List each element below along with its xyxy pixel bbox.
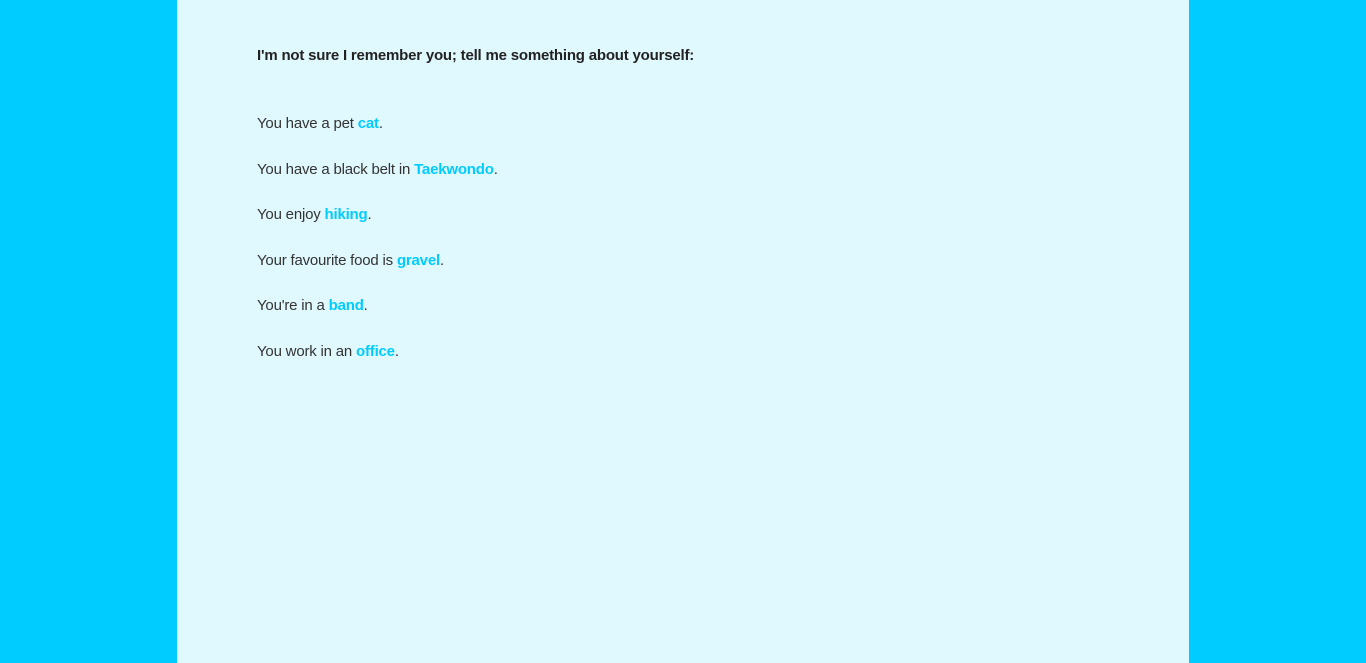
choice-link-band[interactable]: band: [329, 297, 364, 314]
choice-list: You have a pet cat. You have a black bel…: [257, 113, 1157, 363]
choice-text: Your favourite food is: [257, 251, 397, 269]
choice-link-gravel[interactable]: gravel: [397, 252, 440, 269]
choice-hiking: You enjoy hiking.: [257, 204, 1157, 226]
choice-period: .: [493, 160, 498, 178]
choice-text: You work in an: [257, 342, 357, 360]
story-page: I'm not sure I remember you; tell me som…: [177, 0, 1189, 663]
choice-taekwondo: You have a black belt in Taekwondo.: [257, 159, 1157, 181]
choice-link-cat[interactable]: cat: [358, 115, 379, 132]
choice-link-taekwondo[interactable]: Taekwondo: [414, 161, 494, 178]
choice-office: You work in an office.: [257, 341, 1157, 363]
choice-period: .: [363, 297, 368, 315]
choice-band: You're in a band.: [257, 295, 1157, 317]
choice-pet-cat: You have a pet cat.: [257, 113, 1157, 135]
choice-text: You're in a: [257, 297, 329, 315]
choice-text: You enjoy: [257, 206, 325, 224]
choice-period: .: [394, 342, 399, 360]
choice-gravel: Your favourite food is gravel.: [257, 250, 1157, 272]
choice-period: .: [367, 206, 372, 224]
story-content: I'm not sure I remember you; tell me som…: [257, 45, 1157, 387]
choice-link-hiking[interactable]: hiking: [325, 206, 368, 223]
choice-period: .: [378, 115, 383, 132]
choice-link-office[interactable]: office: [356, 343, 395, 360]
prompt-text: I'm not sure I remember you; tell me som…: [257, 47, 695, 64]
choice-text: You have a black belt in: [257, 160, 415, 178]
choice-text: You have a pet: [257, 115, 358, 132]
choice-period: .: [439, 251, 444, 269]
